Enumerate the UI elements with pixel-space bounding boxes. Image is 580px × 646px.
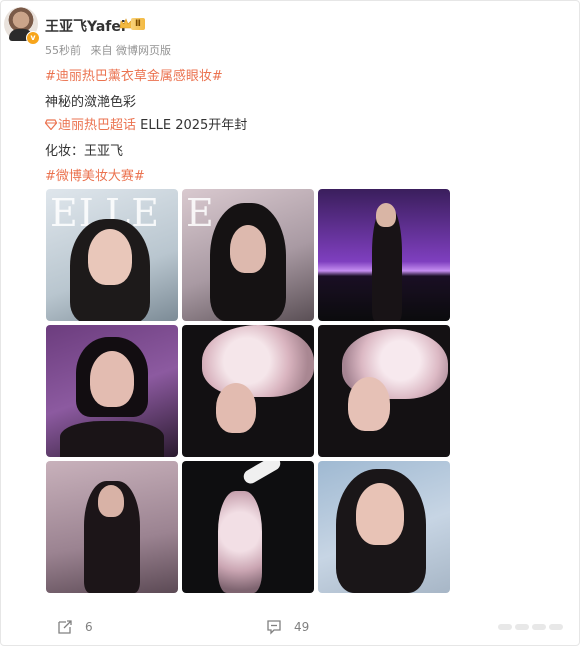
supertopic-label: 迪丽热巴超话 xyxy=(58,118,137,133)
comment-icon xyxy=(267,620,281,635)
magazine-masthead: E xyxy=(186,191,215,235)
comment-button[interactable]: 49 xyxy=(266,619,309,635)
repost-button[interactable]: 6 xyxy=(57,619,93,635)
post-image-1[interactable]: ELLE xyxy=(46,189,178,321)
post-text-line: 神秘的潋滟色彩 xyxy=(45,95,137,110)
level-badge-text: Ⅱ xyxy=(131,18,145,30)
like-placeholder-dot xyxy=(549,624,563,630)
image-figure-face xyxy=(98,485,124,517)
supertopic-link[interactable]: 迪丽热巴超话 xyxy=(45,118,136,133)
member-badge[interactable]: Ⅱ xyxy=(119,17,145,31)
post-image-4[interactable] xyxy=(46,325,178,457)
post-image-6[interactable] xyxy=(318,325,450,457)
image-figure-face xyxy=(90,351,134,407)
image-figure-face xyxy=(356,483,404,545)
image-figure-face xyxy=(376,203,396,227)
hashtag-link-2[interactable]: #微博美妆大赛# xyxy=(45,169,145,184)
post-time[interactable]: 55秒前 xyxy=(45,44,81,57)
diamond-icon xyxy=(45,119,57,130)
post-image-2[interactable]: E xyxy=(182,189,314,321)
post-image-5[interactable] xyxy=(182,325,314,457)
post-supertopic-line: 迪丽热巴超话 ELLE 2025开年封 xyxy=(45,114,247,133)
author-name[interactable]: 王亚飞Yafei xyxy=(45,16,126,36)
image-figure-body xyxy=(218,491,262,593)
verified-icon: v xyxy=(26,31,40,45)
image-figure-shoulders xyxy=(60,421,164,457)
image-grid: ELLE E xyxy=(46,189,450,593)
image-figure-arm xyxy=(241,461,283,487)
weibo-post-card: v 王亚飞Yafei Ⅱ 55秒前 来自 微博网页版 #迪丽热巴薰衣草金属感眼妆… xyxy=(0,0,580,646)
image-flower-headdress xyxy=(202,325,314,397)
post-image-9[interactable] xyxy=(318,461,450,593)
like-placeholder-dot xyxy=(532,624,546,630)
post-hashtag-line: #迪丽热巴薰衣草金属感眼妆# xyxy=(45,65,223,84)
hashtag-link[interactable]: #迪丽热巴薰衣草金属感眼妆# xyxy=(45,69,223,84)
post-image-3[interactable] xyxy=(318,189,450,321)
comment-count: 49 xyxy=(294,620,310,634)
post-meta: 55秒前 来自 微博网页版 xyxy=(45,42,177,58)
image-figure-face xyxy=(348,377,390,431)
repost-count: 6 xyxy=(85,620,93,634)
image-figure-face xyxy=(230,225,266,273)
post-image-8[interactable] xyxy=(182,461,314,593)
like-placeholder-dot xyxy=(515,624,529,630)
cover-text: ELLE 2025开年封 xyxy=(136,118,248,133)
post-action-bar: 6 49 xyxy=(1,607,580,643)
post-credit-line: 化妆：王亚飞 xyxy=(45,144,124,159)
post-source: 来自 微博网页版 xyxy=(90,44,172,57)
post-hashtag-line-2: #微博美妆大赛# xyxy=(45,165,145,184)
like-area-placeholder[interactable] xyxy=(498,624,566,630)
repost-icon xyxy=(58,620,72,634)
post-image-7[interactable] xyxy=(46,461,178,593)
image-figure-face xyxy=(216,383,256,433)
like-placeholder-dot xyxy=(498,624,512,630)
image-figure-face xyxy=(88,229,132,285)
